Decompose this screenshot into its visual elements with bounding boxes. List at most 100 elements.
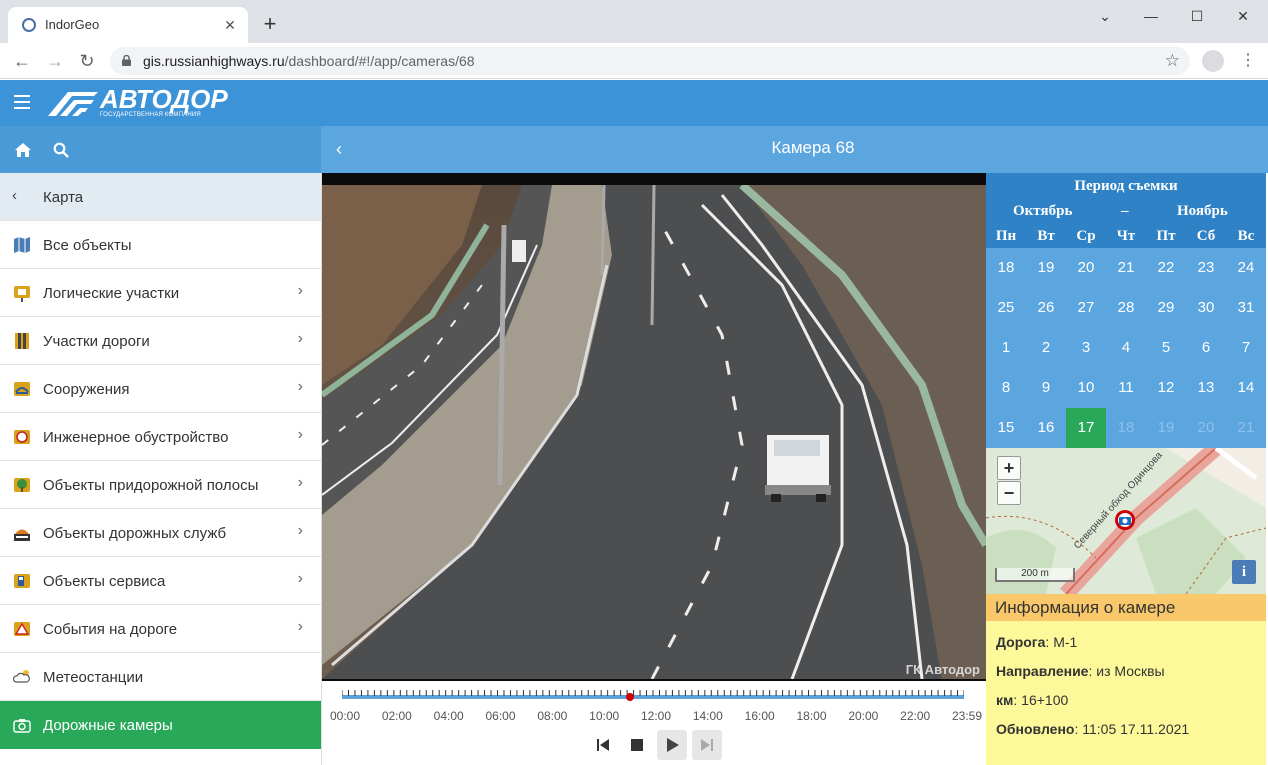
sidebar-item-label: Объекты дорожных служб [43, 525, 227, 542]
logo-subtitle: ГОСУДАРСТВЕННАЯ КОМПАНИЯ [100, 112, 201, 118]
timeline-label: 12:00 [641, 709, 672, 723]
chevron-right-icon: › [297, 522, 303, 539]
calendar-day[interactable]: 21 [1106, 248, 1146, 288]
calendar-day[interactable]: 9 [1026, 368, 1066, 408]
calendar-day[interactable]: 4 [1106, 328, 1146, 368]
sidebar-item-structures[interactable]: Сооружения › [0, 365, 321, 413]
calendar-day[interactable]: 20 [1066, 248, 1106, 288]
timeline-label: 02:00 [381, 709, 412, 723]
forward-arrow-icon[interactable]: → [43, 49, 67, 73]
calendar-day[interactable]: 24 [1226, 248, 1266, 288]
maximize-button[interactable]: ☐ [1174, 0, 1220, 32]
weekday-label: Вт [1037, 228, 1055, 244]
play-button[interactable] [657, 730, 687, 760]
sub-header: ‹ Камера 68 [0, 126, 1268, 173]
chevron-left-icon: ‹ [12, 187, 17, 204]
skip-forward-button[interactable] [692, 730, 722, 760]
calendar-day: 18 [1117, 419, 1135, 436]
sidebar-item-road-services[interactable]: Объекты дорожных служб › [0, 509, 321, 557]
sidebar-item-label: Сооружения [43, 381, 130, 398]
reload-icon[interactable]: ↻ [75, 49, 99, 73]
sidebar-item-road-events[interactable]: События на дороге › [0, 605, 321, 653]
sign-icon [14, 286, 30, 302]
chevron-right-icon: › [297, 618, 303, 635]
sidebar-item-road-sections[interactable]: Участки дороги › [0, 317, 321, 365]
calendar-day[interactable]: 2 [1026, 328, 1066, 368]
calendar-day[interactable]: 15 [986, 408, 1026, 448]
map-info-button[interactable]: i [1232, 560, 1256, 584]
calendar-day[interactable]: 5 [1146, 328, 1186, 368]
calendar-day[interactable]: 16 [1026, 408, 1066, 448]
calendar-day[interactable]: 10 [1066, 368, 1106, 408]
timeline-label: 16:00 [744, 709, 775, 723]
calendar-day[interactable]: 6 [1186, 328, 1226, 368]
timeline-label: 00:00 [330, 709, 361, 723]
calendar-day[interactable]: 7 [1226, 328, 1266, 368]
calendar-day[interactable]: 27 [1066, 288, 1106, 328]
timeline-label: 14:00 [692, 709, 723, 723]
weekday-label: Чт [1116, 228, 1136, 244]
sidebar: ‹ Карта Все объекты Логические участки ›… [0, 173, 322, 765]
sidebar-item-all-objects[interactable]: Все объекты [0, 221, 321, 269]
profile-avatar-icon[interactable] [1202, 50, 1224, 72]
calendar-day[interactable]: 17 [1066, 408, 1106, 448]
sidebar-item-logical-sections[interactable]: Логические участки › [0, 269, 321, 317]
mini-map[interactable]: Северный обход Одинцова + − 200 m i [986, 448, 1266, 594]
calendar-day[interactable]: 31 [1226, 288, 1266, 328]
calendar-day[interactable]: 23 [1186, 248, 1226, 288]
stop-button[interactable] [622, 730, 652, 760]
calendar-day[interactable]: 8 [986, 368, 1026, 408]
sidebar-item-map[interactable]: ‹ Карта [0, 173, 321, 221]
timeline-position-marker[interactable] [625, 693, 634, 701]
chevron-right-icon: › [297, 474, 303, 491]
back-arrow-icon[interactable]: ← [10, 49, 34, 73]
calendar-day[interactable]: 19 [1026, 248, 1066, 288]
sidebar-item-label: Объекты сервиса [43, 573, 166, 590]
calendar-day[interactable]: 13 [1186, 368, 1226, 408]
bookmark-star-icon[interactable]: ☆ [1165, 51, 1180, 71]
tab-search-icon[interactable]: ⌄ [1082, 0, 1128, 32]
weekday-label: Пт [1156, 228, 1176, 244]
zoom-in-button[interactable]: + [997, 456, 1021, 480]
calendar-day[interactable]: 18 [986, 248, 1026, 288]
chevron-right-icon: › [297, 330, 303, 347]
sidebar-item-label: Объекты придорожной полосы [43, 477, 259, 494]
calendar-day[interactable]: 25 [986, 288, 1026, 328]
weekday-label: Ср [1076, 228, 1096, 244]
sidebar-item-engineering[interactable]: Инженерное обустройство › [0, 413, 321, 461]
calendar-day[interactable]: 26 [1026, 288, 1066, 328]
camera-video[interactable]: ГК Автодор [322, 173, 986, 681]
camera-title: Камера 68 [771, 138, 855, 157]
calendar-day[interactable]: 14 [1226, 368, 1266, 408]
skip-back-button[interactable] [588, 730, 618, 760]
zoom-out-button[interactable]: − [997, 481, 1021, 505]
new-tab-button[interactable]: + [258, 12, 282, 36]
sidebar-item-roadside[interactable]: Объекты придорожной полосы › [0, 461, 321, 509]
calendar-day[interactable]: 3 [1066, 328, 1106, 368]
month-to: Ноябрь [1177, 203, 1228, 219]
calendar-day[interactable]: 1 [986, 328, 1026, 368]
close-tab-icon[interactable]: ✕ [220, 15, 240, 35]
home-icon[interactable] [14, 142, 32, 158]
menu-icon[interactable] [14, 95, 30, 109]
sidebar-item-weather[interactable]: Метеостанции [0, 653, 321, 701]
search-icon[interactable] [53, 142, 69, 158]
browser-menu-icon[interactable]: ⋮ [1240, 51, 1256, 71]
browser-tab[interactable]: IndorGeo ✕ [8, 7, 248, 43]
timeline-ticks [342, 690, 964, 696]
sidebar-item-service[interactable]: Объекты сервиса › [0, 557, 321, 605]
calendar-day[interactable]: 28 [1106, 288, 1146, 328]
calendar-day[interactable]: 11 [1106, 368, 1146, 408]
calendar-day[interactable]: 12 [1146, 368, 1186, 408]
close-window-button[interactable]: ✕ [1220, 0, 1266, 32]
info-road: Дорога: М-1 [996, 634, 1078, 650]
sidebar-item-road-cameras[interactable]: Дорожные камеры [0, 701, 321, 749]
chevron-right-icon: › [297, 426, 303, 443]
minimize-button[interactable]: — [1128, 0, 1174, 32]
calendar-day[interactable]: 30 [1186, 288, 1226, 328]
url-input[interactable]: gis.russianhighways.ru/dashboard/#!/app/… [110, 47, 1190, 75]
calendar-day[interactable]: 22 [1146, 248, 1186, 288]
info-header: Информация о камере [986, 594, 1266, 621]
stop-icon [631, 739, 643, 751]
calendar-day[interactable]: 29 [1146, 288, 1186, 328]
